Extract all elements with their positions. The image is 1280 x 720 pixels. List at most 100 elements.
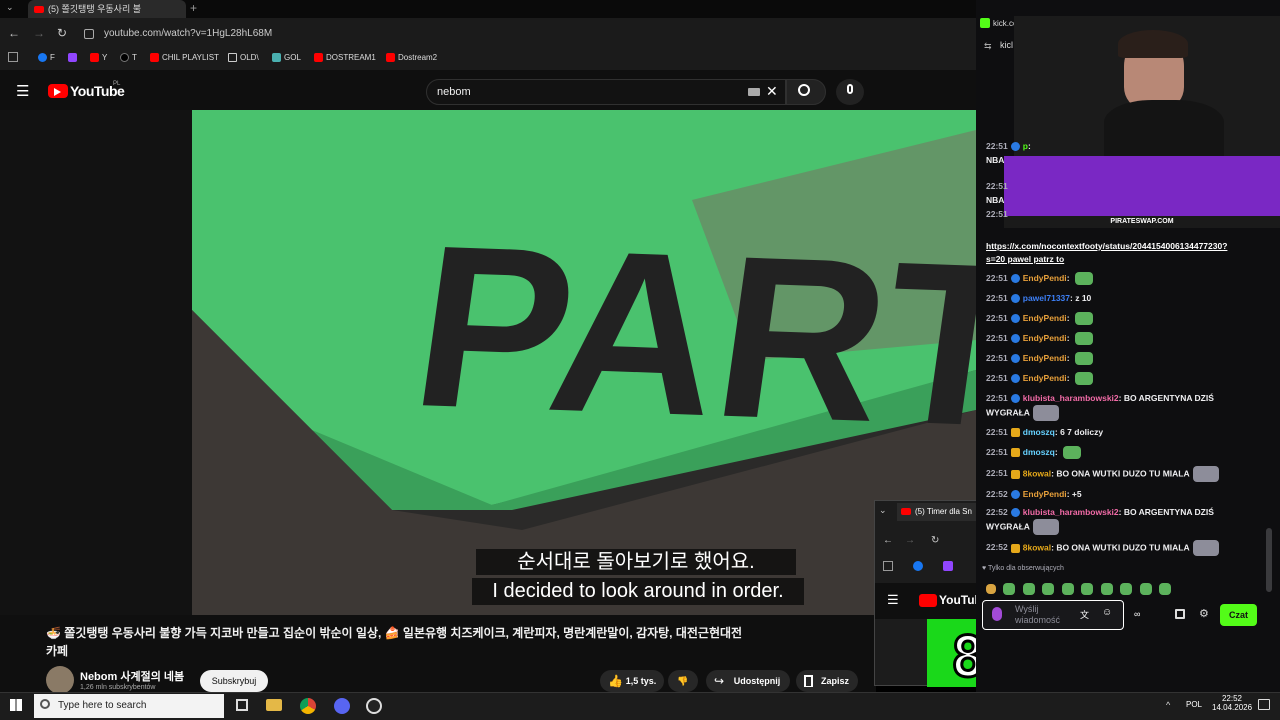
apps-grid-icon[interactable] [8, 52, 18, 62]
emote-icon[interactable] [1120, 582, 1133, 595]
chat-message: 22:51 pawel71337: z 10 [986, 292, 1256, 305]
apps-grid-icon[interactable] [883, 561, 893, 571]
chat-scrollbar[interactable] [1266, 528, 1272, 592]
twitch-icon [68, 53, 77, 63]
user-badge-icon [1010, 490, 1020, 500]
emote-icon[interactable] [986, 583, 996, 594]
user-badge-icon [1010, 142, 1020, 152]
emote-icon[interactable] [1003, 582, 1016, 595]
store-icon[interactable] [1175, 609, 1185, 619]
bookmark-chil[interactable]: CHIL PLAYLIST [150, 53, 219, 63]
settings-icon[interactable]: ⚙ [1199, 607, 1209, 620]
kick-icon [980, 18, 990, 28]
mini-browser-window[interactable]: ⌄ (5) Timer dla Sn ← → ↻ ☰ YouTube 84:14 [874, 500, 989, 687]
discord-icon[interactable] [334, 698, 350, 714]
menu-icon[interactable]: ☰ [16, 82, 29, 100]
search-input[interactable]: nebom [426, 79, 786, 105]
emote-icon[interactable] [1139, 582, 1152, 595]
language-indicator[interactable]: POL [1186, 700, 1202, 709]
chat-username[interactable]: EndyPendi [1023, 373, 1067, 383]
chat-text[interactable]: https://x.com/nocontextfooty/status/2044… [986, 241, 1227, 264]
chat-text: NBA [986, 195, 1005, 205]
chat-username[interactable]: dmoszq [1023, 427, 1055, 437]
tune-icon[interactable]: ⇆ [984, 41, 992, 52]
channel-avatar[interactable] [46, 666, 74, 694]
tray-chevron-icon[interactable]: ^ [1166, 700, 1170, 710]
tab-list-icon[interactable]: ⌄ [879, 505, 887, 516]
user-badge-icon [1010, 314, 1020, 324]
back-icon[interactable]: ← [8, 26, 20, 40]
link-icon[interactable]: ∞ [1134, 609, 1140, 619]
chat-username[interactable]: klubista_harambowski2 [1023, 393, 1119, 403]
url-field[interactable]: youtube.com/watch?v=1HgL28hL68M [80, 24, 480, 44]
chat-text: BO ONA WUTKI DUZO TU MIALA [1056, 468, 1190, 479]
channel-name[interactable]: Nebom 사계절의 네봄 [80, 668, 184, 684]
chat-username[interactable]: EndyPendi [1023, 489, 1067, 499]
new-tab-button[interactable]: + [190, 0, 197, 16]
back-icon[interactable]: ← [883, 535, 893, 546]
twitch-icon[interactable] [943, 561, 953, 571]
bookmark-f[interactable]: F [38, 53, 55, 63]
task-view-icon[interactable] [236, 699, 248, 711]
menu-icon[interactable]: ☰ [887, 592, 899, 608]
bookmark-dostream2[interactable]: Dostream2 [386, 53, 437, 63]
emoji-icon[interactable]: ☺ [1102, 607, 1112, 618]
chrome-icon[interactable] [300, 698, 316, 714]
youtube-icon [386, 53, 395, 63]
obs-icon[interactable] [366, 698, 382, 714]
chat-separator: : [1066, 353, 1072, 363]
emote-icon[interactable] [1061, 582, 1074, 595]
bookmark-old[interactable]: OLD\ [228, 53, 259, 63]
youtube-logo-icon[interactable] [919, 594, 937, 607]
chat-text: +5 [1071, 489, 1082, 499]
pepe-emote-icon [1074, 272, 1093, 286]
taskbar-search-input[interactable]: Type here to search [34, 694, 224, 718]
chat-username[interactable]: EndyPendi [1023, 273, 1067, 283]
timer-tab[interactable]: (5) Timer dla Sn [897, 503, 977, 521]
reload-icon[interactable]: ↻ [57, 26, 67, 40]
windows-start-icon[interactable] [10, 699, 22, 711]
kick-url[interactable]: kicl [1000, 40, 1013, 50]
clear-search-icon[interactable]: ✕ [766, 83, 778, 100]
chat-username[interactable]: pawel71337 [1023, 293, 1070, 303]
bookmark-dostream1[interactable]: DOSTREAM1 [314, 53, 376, 63]
tab-list-icon[interactable]: ⌄ [6, 2, 20, 16]
bookmark-twitch[interactable] [68, 53, 80, 63]
emote-icon[interactable] [1100, 582, 1113, 595]
bookmark-t[interactable]: T [120, 53, 137, 63]
facebook-icon[interactable] [913, 561, 923, 571]
chat-input-placeholder: Wyślij wiadomość [1015, 604, 1061, 625]
chat-username[interactable]: klubista_harambowski2 [1023, 507, 1119, 517]
translate-icon[interactable]: 文 [1080, 608, 1089, 621]
chat-username[interactable]: EndyPendi [1023, 313, 1067, 323]
file-explorer-icon[interactable] [266, 699, 282, 711]
forward-icon[interactable]: → [33, 26, 45, 40]
chat-message: 22:51 p: [986, 140, 1256, 153]
browser-tab[interactable]: (5) 쫄깃탱탱 우동사리 불 [28, 0, 186, 18]
chat-username[interactable]: EndyPendi [1023, 353, 1067, 363]
bookmark-y[interactable]: Y [90, 53, 107, 63]
bookmarks-bar: F Y T CHIL PLAYLIST OLD\ GOL DOSTREAM1 D… [0, 48, 976, 70]
keyboard-icon[interactable] [748, 88, 760, 96]
bookmark-gol[interactable]: GOL [272, 53, 301, 63]
chat-message: 22:51 dmoszq: 6 7 doliczy [986, 426, 1256, 439]
forward-icon[interactable]: → [905, 535, 915, 546]
notification-icon[interactable] [1258, 699, 1270, 710]
dislike-button[interactable]: 👎 [668, 670, 698, 692]
clock[interactable]: 22:52 14.04.2026 [1212, 694, 1252, 712]
emote-icon[interactable] [1042, 582, 1055, 595]
emote-icon[interactable] [1081, 582, 1094, 595]
emote-icon[interactable] [1159, 582, 1172, 595]
chat-username[interactable]: dmoszq [1023, 447, 1055, 457]
microphone-icon[interactable] [992, 607, 1002, 621]
subscribe-button[interactable]: Subskrybuj [200, 670, 268, 692]
pepe-emote-icon [1074, 332, 1093, 346]
chat-username[interactable]: EndyPendi [1023, 333, 1067, 343]
reload-icon[interactable]: ↻ [931, 535, 939, 546]
cat-emote-icon [1032, 405, 1059, 421]
chat-username[interactable]: 8kowal [1023, 468, 1051, 478]
video-player[interactable]: PART [0, 110, 976, 615]
emote-icon[interactable] [1022, 582, 1035, 595]
chat-username[interactable]: 8kowal [1023, 542, 1051, 552]
send-chat-button[interactable]: Czat [1220, 604, 1257, 626]
